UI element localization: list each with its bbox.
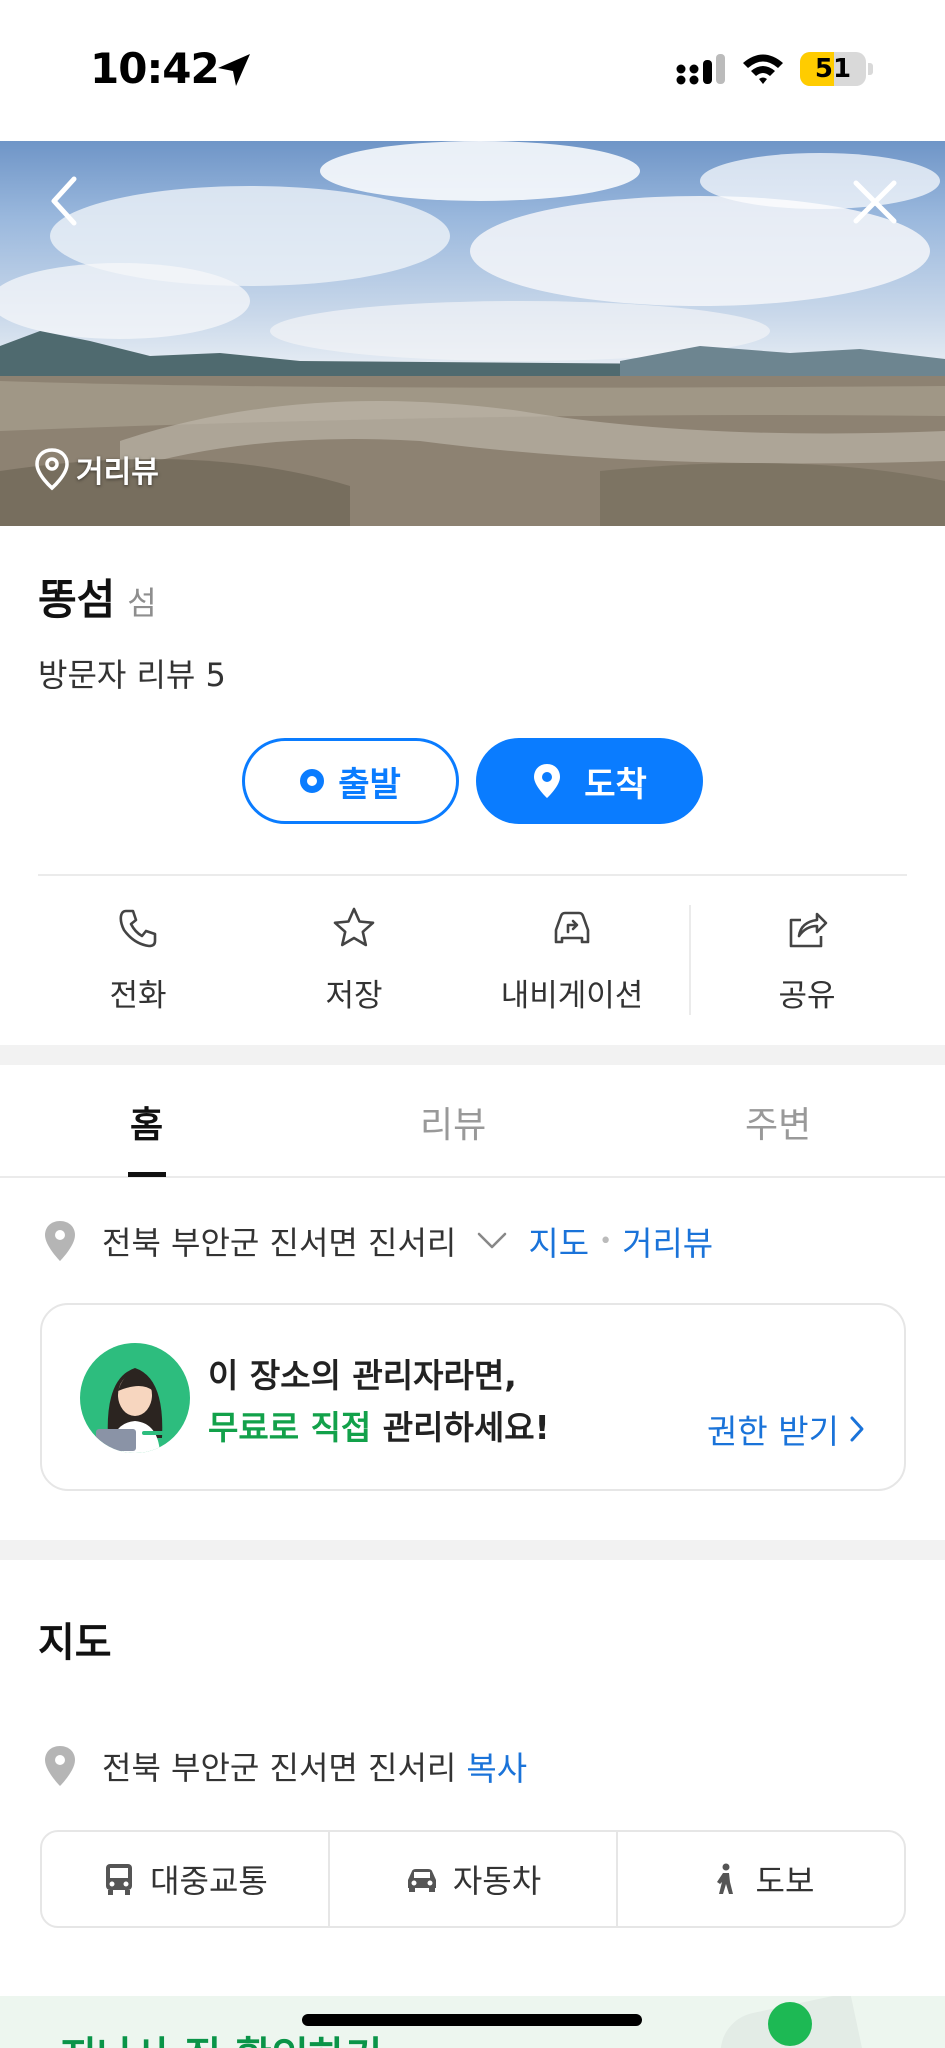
owner-card-subtitle: 무료로 직접 관리하세요! [208, 1401, 550, 1449]
close-icon[interactable] [850, 177, 900, 227]
walk-route-label: 도보 [755, 1862, 815, 1900]
place-name: 똥섬 [38, 575, 116, 624]
tab-nearby[interactable]: 주변 [745, 1096, 811, 1148]
owner-card-rest: 관리하세요! [371, 1408, 550, 1447]
home-indicator [302, 2014, 642, 2026]
get-permission-link[interactable]: 권한 받기 [707, 1405, 865, 1453]
promo-banner-text: 지나사 직 확인하기 [60, 2024, 382, 2048]
back-icon[interactable] [44, 171, 88, 231]
walk-route-button[interactable]: 도보 [618, 1832, 904, 1926]
destination-pin-icon [534, 764, 561, 798]
navigation-label: 내비게이션 [500, 978, 644, 1014]
battery-percent: 51 [814, 54, 852, 84]
section-divider [0, 1045, 945, 1065]
share-icon [789, 912, 828, 948]
owner-card-title: 이 장소의 관리자라면, [208, 1356, 517, 1395]
car-navigation-icon [554, 911, 590, 944]
battery-nub [868, 63, 873, 75]
depart-label: 출발 [338, 764, 401, 805]
bus-icon [106, 1864, 133, 1895]
tab-bar: 홈 리뷰 주변 [0, 1066, 945, 1178]
depart-button[interactable]: 출발 [242, 738, 459, 824]
owner-card-highlight: 무료로 직접 [208, 1408, 372, 1447]
get-permission-label: 권한 받기 [707, 1412, 839, 1451]
place-category: 섬 [127, 584, 157, 622]
map-pin-outline-icon [35, 448, 69, 491]
chevron-down-icon[interactable] [476, 1231, 508, 1251]
person-illustration-icon [96, 1368, 164, 1453]
map-link[interactable]: 지도 [528, 1217, 589, 1265]
street-view-link[interactable]: 거리뷰 [622, 1217, 713, 1265]
car-icon [407, 1869, 436, 1892]
tab-reviews[interactable]: 리뷰 [420, 1096, 486, 1148]
place-photo[interactable]: 거리뷰 [0, 141, 945, 526]
map-address-text: 전북 부안군 진서면 진서리 [102, 1749, 457, 1787]
cellular-signal-icon [676, 54, 725, 85]
separator-dot: • [599, 1228, 613, 1254]
place-title-row: 똥섬 섬 [38, 566, 157, 627]
active-tab-indicator [128, 1172, 166, 1177]
public-transit-label: 대중교통 [150, 1862, 268, 1900]
origin-dot-icon [300, 769, 325, 793]
action-row: 전화 저장 내비게이션 공유 [38, 880, 907, 1030]
arrive-button[interactable]: 도착 [476, 738, 703, 824]
battery-indicator: 51 [800, 52, 866, 86]
public-transit-button[interactable]: 대중교통 [42, 1832, 330, 1926]
status-bar: 10:42 51 [0, 0, 945, 141]
leaf-icon [768, 2002, 812, 2046]
owner-claim-card[interactable]: 이 장소의 관리자라면, 무료로 직접 관리하세요! 권한 받기 [40, 1303, 906, 1491]
wifi-icon [743, 54, 783, 84]
tab-home[interactable]: 홈 [130, 1096, 163, 1148]
car-route-button[interactable]: 자동차 [330, 1832, 618, 1926]
address-row: 전북 부안군 진서면 진서리 지도 • 거리뷰 [42, 1216, 713, 1266]
location-arrow-icon [218, 54, 250, 86]
car-route-label: 자동차 [452, 1862, 542, 1900]
arrive-label: 도착 [584, 764, 647, 805]
section-divider [0, 1540, 945, 1560]
navigation-button[interactable]: 내비게이션 [472, 880, 672, 1030]
phone-icon [119, 909, 157, 948]
share-button[interactable]: 공유 [707, 880, 907, 1030]
action-separator [689, 905, 691, 1015]
location-pin-icon [45, 1746, 75, 1786]
street-view-label: 거리뷰 [76, 455, 159, 490]
walking-person-icon [716, 1863, 733, 1894]
location-pin-icon [45, 1221, 75, 1261]
save-label: 저장 [325, 978, 383, 1014]
map-section-heading: 지도 [38, 1620, 112, 1666]
address-text: 전북 부안군 진서면 진서리 [102, 1224, 457, 1262]
manager-illustration [80, 1343, 190, 1453]
star-icon [333, 907, 375, 947]
call-button[interactable]: 전화 [38, 880, 238, 1030]
copy-address-button[interactable]: 복사 [466, 1742, 527, 1790]
street-view-button[interactable]: 거리뷰 [34, 447, 159, 491]
divider [38, 874, 907, 876]
call-label: 전화 [109, 978, 167, 1014]
map-address-row: 전북 부안군 진서면 진서리 복사 [42, 1741, 527, 1791]
chevron-right-icon [850, 1416, 864, 1442]
visitor-review-count[interactable]: 방문자 리뷰 5 [38, 650, 226, 696]
share-label: 공유 [778, 978, 836, 1014]
status-time: 10:42 [90, 44, 220, 93]
save-button[interactable]: 저장 [254, 880, 454, 1030]
transport-options: 대중교통 자동차 도보 [40, 1830, 906, 1928]
